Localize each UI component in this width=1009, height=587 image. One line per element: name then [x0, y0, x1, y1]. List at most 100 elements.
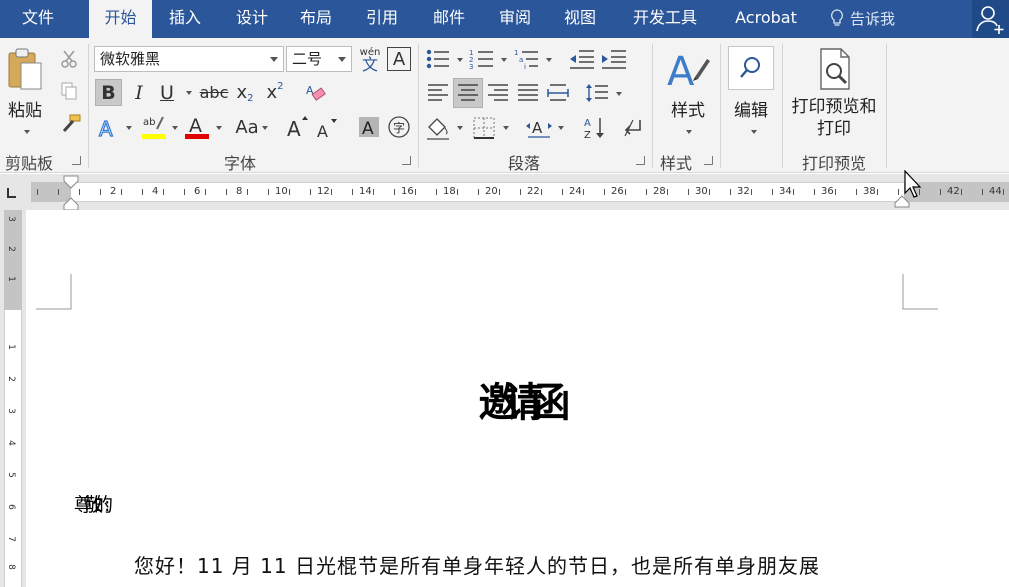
distributed-button[interactable] — [544, 80, 572, 106]
text-effects-button[interactable]: A — [96, 114, 122, 142]
font-name-combo[interactable]: 微软雅黑 — [94, 46, 284, 72]
shading-button[interactable] — [424, 114, 452, 142]
align-left-button[interactable] — [424, 80, 452, 106]
line-spacing-button[interactable] — [584, 80, 610, 106]
paste-button[interactable] — [4, 44, 46, 94]
change-case-button[interactable]: Aa — [228, 114, 266, 140]
first-line-indent-marker-icon[interactable] — [63, 174, 79, 212]
vertical-ruler[interactable]: 3 2 1 1 2 3 4 5 6 7 8 — [0, 210, 26, 587]
copy-button[interactable] — [57, 80, 81, 102]
increase-indent-button[interactable] — [600, 47, 628, 71]
sort-button[interactable]: AZ — [582, 114, 608, 142]
tab-references[interactable]: 引用 — [352, 0, 412, 38]
grow-font-button[interactable]: A — [284, 112, 310, 142]
align-center-button[interactable] — [453, 78, 483, 108]
show-marks-button[interactable] — [620, 114, 646, 142]
bullets-dropdown-icon[interactable] — [457, 58, 463, 62]
styles-launcher-icon[interactable] — [704, 156, 713, 165]
shading-dropdown-icon[interactable] — [457, 126, 463, 130]
tab-layout[interactable]: 布局 — [286, 0, 346, 38]
character-border-button[interactable]: A — [387, 47, 411, 71]
editing-dropdown-icon[interactable] — [751, 130, 757, 134]
italic-button[interactable]: I — [127, 79, 151, 106]
format-painter-button[interactable] — [57, 112, 83, 136]
phonetic-guide-button[interactable]: wén 文 — [356, 44, 384, 74]
strikethrough-button[interactable]: abc — [198, 79, 230, 106]
svg-text:A: A — [317, 122, 328, 140]
styles-dropdown-icon[interactable] — [686, 130, 692, 134]
justify-icon — [518, 84, 538, 101]
tab-review[interactable]: 审阅 — [485, 0, 545, 38]
horizontal-ruler[interactable]: 2 4 6 8 10 12 14 16 18 20 22 24 26 28 30 32 34 36 38 42 44 — [0, 174, 1009, 212]
align-right-button[interactable] — [484, 80, 512, 106]
tell-me-search[interactable]: 告诉我 — [830, 0, 895, 38]
superscript-button[interactable]: x2 — [262, 79, 288, 106]
ruler-number: 4 — [152, 186, 159, 197]
tab-developer[interactable]: 开发工具 — [620, 0, 710, 38]
clipboard-paste-icon — [8, 48, 42, 90]
cut-button[interactable] — [57, 48, 81, 70]
document-salutation[interactable]: 尊敬的: — [74, 490, 111, 517]
paragraph-launcher-icon[interactable] — [636, 156, 645, 165]
chinese-layout-dropdown-icon[interactable] — [558, 126, 564, 130]
document-title[interactable]: 邀请函 — [26, 370, 1009, 428]
subscript-button[interactable]: x2 — [232, 79, 258, 106]
tab-home[interactable]: 开始 — [89, 0, 152, 40]
bullet-list-icon — [426, 49, 449, 69]
justify-button[interactable] — [514, 80, 542, 106]
ruler-tick — [1003, 189, 1004, 195]
vertical-ruler-number: 1 — [5, 344, 16, 350]
vertical-ruler-margin — [4, 210, 22, 310]
styles-button[interactable]: A — [664, 46, 712, 94]
font-color-dropdown-icon[interactable] — [216, 126, 222, 130]
tab-acrobat[interactable]: Acrobat — [722, 0, 810, 38]
highlight-button[interactable]: ab — [140, 112, 168, 142]
text-effects-dropdown-icon[interactable] — [126, 126, 132, 130]
chinese-layout-icon: A — [526, 119, 552, 138]
svg-text:1: 1 — [514, 49, 518, 57]
font-launcher-icon[interactable] — [402, 156, 411, 165]
bold-button[interactable]: B — [95, 79, 122, 106]
change-case-dropdown-icon[interactable] — [262, 126, 268, 130]
tab-design[interactable]: 设计 — [222, 0, 282, 38]
tab-view[interactable]: 视图 — [550, 0, 610, 38]
ruler-tick — [688, 189, 689, 195]
share-user-button[interactable] — [972, 0, 1009, 38]
tab-stop-selector[interactable] — [5, 186, 19, 200]
borders-dropdown-icon[interactable] — [503, 126, 509, 130]
grow-font-icon: A — [287, 116, 308, 140]
numbering-dropdown-icon[interactable] — [501, 58, 507, 62]
decrease-indent-button[interactable] — [568, 47, 596, 71]
tab-file[interactable]: 文件 — [0, 0, 76, 38]
underline-button[interactable]: U — [155, 79, 179, 106]
clipboard-launcher-icon[interactable] — [72, 156, 81, 165]
bullets-button[interactable] — [424, 47, 452, 71]
line-spacing-dropdown-icon[interactable] — [616, 92, 622, 96]
chinese-layout-button[interactable]: A — [524, 114, 554, 142]
paste-label: 粘贴 — [8, 101, 42, 121]
font-size-combo[interactable]: 二号 — [286, 46, 352, 72]
multilevel-dropdown-icon[interactable] — [546, 58, 552, 62]
enclose-characters-button[interactable]: 字 — [386, 114, 412, 140]
highlight-dropdown-icon[interactable] — [172, 126, 178, 130]
group-divider — [782, 44, 783, 168]
underline-dropdown-icon[interactable] — [186, 91, 192, 95]
svg-text:Z: Z — [584, 130, 591, 141]
clear-formatting-button[interactable]: A — [304, 80, 328, 106]
shrink-font-button[interactable]: A — [314, 114, 340, 142]
font-color-button[interactable]: A — [183, 112, 211, 142]
character-shading-button[interactable]: A — [356, 114, 382, 140]
numbering-button[interactable]: 123 — [468, 47, 496, 71]
print-preview-button[interactable] — [812, 46, 858, 94]
borders-button[interactable] — [470, 114, 498, 142]
tab-insert[interactable]: 插入 — [155, 0, 215, 38]
tab-mailings[interactable]: 邮件 — [419, 0, 479, 38]
group-divider — [720, 44, 721, 168]
paste-dropdown-icon[interactable] — [24, 130, 30, 134]
underline-icon: U — [160, 81, 174, 104]
document-page[interactable]: 邀请函 尊敬的: 您好！11 月 11 日光棍节是所有单身年轻人的节日，也是所有… — [26, 210, 1009, 587]
svg-text:a: a — [519, 56, 523, 64]
multilevel-list-button[interactable]: 1ai — [513, 47, 541, 71]
document-body-paragraph[interactable]: 您好！11 月 11 日光棍节是所有单身年轻人的节日，也是所有单身朋友展 — [134, 550, 820, 579]
editing-button[interactable] — [728, 46, 774, 90]
